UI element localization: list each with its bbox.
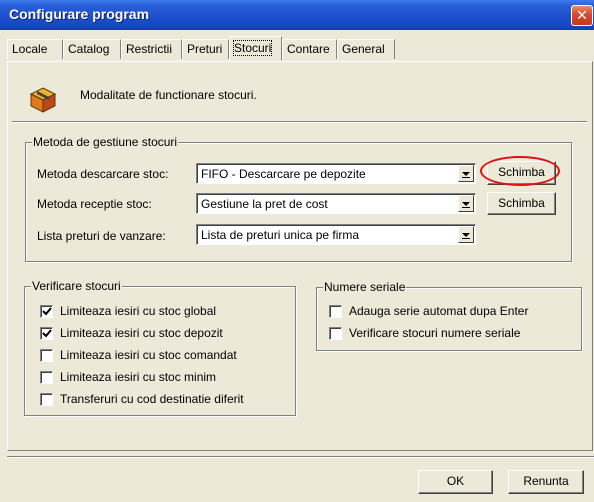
tab-label: Restrictii [126,42,173,56]
reception-method-label: Metoda receptie stoc: [37,197,152,211]
checkbox-label: Limiteaza iesiri cu stoc minim [60,370,217,384]
tab-preturi[interactable]: Preturi [182,39,229,59]
checkbox-box[interactable] [40,327,53,340]
header-separator [12,121,587,123]
tab-catalog[interactable]: Catalog [63,39,121,59]
close-icon: ✕ [576,7,588,23]
checkbox-label: Limiteaza iesiri cu stoc global [60,304,217,318]
group-title: Verificare stocuri [31,279,122,293]
selected-value: Gestiune la pret de cost [201,197,328,211]
checkbox-box[interactable] [40,393,53,406]
checkbox-label: Limiteaza iesiri cu stoc comandat [60,348,237,362]
checkbox-label: Limiteaza iesiri cu stoc depozit [60,326,223,340]
tab-label: Preturi [187,42,223,56]
box-icon [29,87,57,113]
checkbox-box[interactable] [40,349,53,362]
tab-label: Catalog [68,42,110,56]
reception-method-select[interactable]: Gestiune la pret de cost [196,193,476,214]
footer-separator [7,456,594,458]
selected-value: Lista de preturi unica pe firma [201,228,360,242]
discharge-method-select[interactable]: FIFO - Descarcare pe depozite [196,163,476,184]
group-title: Numere seriale [323,280,407,294]
tab-label: Stocuri [232,40,273,56]
checkmark-icon [42,329,52,338]
tab-stocuri[interactable]: Stocuri [229,36,282,60]
selected-value: FIFO - Descarcare pe depozite [201,167,366,181]
button-label: Schimba [498,196,545,210]
ok-button[interactable]: OK [418,470,493,494]
checkbox-box[interactable] [40,371,53,384]
serial-numbers-group: Numere seriale [316,280,582,351]
chevron-down-icon[interactable] [458,195,474,212]
button-label: Renunta [523,474,569,488]
chevron-down-icon[interactable] [458,165,474,182]
cancel-button[interactable]: Renunta [508,470,584,494]
red-highlight-circle [480,156,560,186]
group-title: Metoda de gestiune stocuri [32,135,179,149]
header-description: Modalitate de functionare stocuri. [80,88,257,102]
checkbox-box[interactable] [329,305,342,318]
button-label: OK [446,474,465,488]
discharge-method-label: Metoda descarcare stoc: [37,167,169,181]
window-title: Configurare program [9,6,150,22]
configure-program-dialog: Configurare program ✕ Locale Catalog Res… [0,0,594,502]
checkbox-box[interactable] [40,305,53,318]
checkbox-label: Transferuri cu cod destinatie diferit [60,392,244,406]
sales-price-list-select[interactable]: Lista de preturi unica pe firma [196,224,476,245]
sales-price-list-label: Lista preturi de vanzare: [37,229,166,243]
tab-label: Contare [287,42,330,56]
title-bar[interactable]: Configurare program ✕ [0,0,594,30]
chevron-down-icon[interactable] [458,226,474,243]
tab-label: General [342,42,385,56]
checkmark-icon [42,307,52,316]
tab-contare[interactable]: Contare [282,39,337,59]
tab-locale[interactable]: Locale [7,39,63,59]
tab-restrictii[interactable]: Restrictii [121,39,182,59]
change-reception-button[interactable]: Schimba [487,192,556,215]
checkbox-box[interactable] [329,327,342,340]
tab-label: Locale [12,42,48,56]
tab-general[interactable]: General [337,39,395,59]
checkbox-label: Adauga serie automat dupa Enter [349,304,529,318]
close-button[interactable]: ✕ [571,5,593,26]
checkbox-label: Verificare stocuri numere seriale [349,326,521,340]
